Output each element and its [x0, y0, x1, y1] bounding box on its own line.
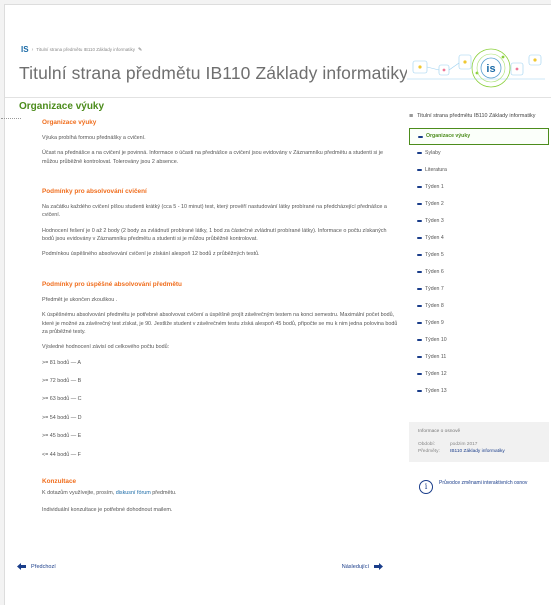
paragraph: Výsledné hodnocení závisí od celkového p…	[42, 344, 170, 351]
grade-row: >= 81 bodů — A	[42, 359, 81, 366]
toc-item-tyden-10[interactable]: Týden 10	[409, 332, 549, 349]
toc-item-tyden-5[interactable]: Týden 5	[409, 247, 549, 264]
paragraph: K dotazům využívejte, prosím, diskusní f…	[42, 489, 399, 497]
course-link[interactable]: IB110 Základy informatiky	[450, 448, 505, 455]
prev-link[interactable]: Předchozí	[17, 563, 56, 570]
toc-item-tyden-7[interactable]: Týden 7	[409, 281, 549, 298]
toc-item-tyden-4[interactable]: Týden 4	[409, 230, 549, 247]
toc-item-tyden-11[interactable]: Týden 11	[409, 349, 549, 366]
grade-row: >= 63 bodů — C	[42, 396, 82, 403]
toc-item-tyden-9[interactable]: Týden 9	[409, 315, 549, 332]
info-box-title: Informace o osnově	[418, 428, 461, 434]
toc-item-tyden-3[interactable]: Týden 3	[409, 213, 549, 230]
grade-row: <= 44 bodů — F	[42, 451, 81, 458]
svg-text:is: is	[486, 63, 495, 75]
page: IS › Titulní strana předmětu IB110 Zákla…	[1, 4, 551, 605]
list-icon: ≡	[409, 113, 414, 120]
toc-item-tyden-6[interactable]: Týden 6	[409, 264, 549, 281]
chevron-right-icon: ›	[31, 46, 34, 53]
toc-item-tyden-1[interactable]: Týden 1	[409, 179, 549, 196]
heading-organizace: Organizace výuky	[42, 119, 97, 126]
grade-list: >= 81 bodů — A >= 72 bodů — B >= 63 bodů…	[42, 359, 399, 459]
toc-item-tyden-12[interactable]: Týden 12	[409, 366, 549, 383]
page-header: IS › Titulní strana předmětu IB110 Zákla…	[5, 5, 551, 98]
sidebar: ≡ Titulní strana předmětu IB110 Základy …	[409, 113, 549, 495]
paragraph: Účast na přednášce a na cvičení je povin…	[42, 150, 383, 165]
info-label: Období:	[418, 441, 436, 447]
heading-konzultace: Konzultace	[42, 477, 77, 485]
toc-item-tyden-8[interactable]: Týden 8	[409, 298, 549, 315]
info-row-period: Období: podzim 2017	[418, 441, 540, 448]
breadcrumb: IS › Titulní strana předmětu IB110 Zákla…	[21, 45, 142, 54]
toc-list: Organizace výuky Sylaby Literatura Týden…	[409, 127, 549, 400]
paragraph: Předmět je ukončen zkouškou .	[42, 296, 118, 303]
toc-item-organizace-vyuky[interactable]: Organizace výuky	[409, 127, 549, 145]
heading-podminky-predmetu: Podmínky pro úspěšné absolvování předmět…	[42, 280, 182, 288]
paragraph: Na začátku každého cvičení píšou student…	[42, 203, 387, 219]
info-label: Předměty:	[418, 449, 440, 455]
toc-item-tyden-2[interactable]: Týden 2	[409, 196, 549, 213]
paragraph: Podmínkou úspěšného absolvování cvičení …	[42, 251, 260, 258]
syllabus-info-box: Informace o osnově Období: podzim 2017 P…	[409, 421, 549, 463]
page-title: Titulní strana předmětu IB110 Základy in…	[19, 63, 409, 83]
arrow-left-icon	[17, 563, 26, 570]
main-content: Organizace výuky Organizace výuky Výuka …	[19, 101, 399, 522]
guide-label[interactable]: Průvodce změnami interaktivních osnov	[439, 480, 527, 488]
course-banner-image: is	[407, 43, 545, 93]
next-label[interactable]: Následující	[342, 564, 369, 570]
next-link[interactable]: Následující	[342, 563, 383, 570]
dotted-connector	[1, 118, 21, 119]
section-title: Organizace výuky	[19, 101, 105, 112]
arrow-right-icon	[374, 563, 383, 570]
pagination: Předchozí Následující	[17, 563, 383, 575]
paragraph: Výuka probíhá formou přednášky a cvičení…	[42, 134, 146, 141]
toc-item-literatura[interactable]: Literatura	[409, 162, 549, 179]
toc-title-text[interactable]: Titulní strana předmětu IB110 Základy in…	[417, 113, 535, 121]
info-row-course: Předměty: IB110 Základy informatiky	[418, 448, 540, 455]
grade-row: >= 45 bodů — E	[42, 433, 82, 440]
is-logo[interactable]: IS	[21, 45, 29, 54]
text: K dotazům využívejte, prosím,	[42, 489, 115, 496]
grade-row: >= 54 bodů — D	[42, 414, 82, 421]
prev-label[interactable]: Předchozí	[31, 564, 56, 570]
toc-item-sylaby[interactable]: Sylaby	[409, 145, 549, 162]
paragraph: Individuální konzultace je potřebné doho…	[42, 507, 173, 514]
text: předmětu.	[152, 489, 177, 496]
info-value: podzim 2017	[450, 441, 478, 447]
forum-link[interactable]: diskusní fórum	[116, 490, 151, 496]
section-body: Organizace výuky Výuka probíhá formou př…	[19, 118, 399, 515]
info-icon: i	[419, 480, 433, 495]
grade-row: >= 72 bodů — B	[42, 378, 82, 385]
heading-podminky-cviceni: Podmínky pro absolvování cvičení	[42, 188, 147, 196]
toc-item-tyden-13[interactable]: Týden 13	[409, 383, 549, 400]
paragraph: Hodnocení řešení je 0 až 2 body (2 body …	[42, 227, 387, 243]
breadcrumb-current[interactable]: Titulní strana předmětu IB110 Základy in…	[36, 47, 135, 52]
pin-icon[interactable]: ✎	[138, 47, 142, 53]
guide-link[interactable]: i Průvodce změnami interaktivních osnov	[409, 480, 549, 495]
toc-title[interactable]: ≡ Titulní strana předmětu IB110 Základy …	[409, 113, 549, 121]
paragraph: K úspěšnému absolvování předmětu je potř…	[42, 312, 398, 335]
